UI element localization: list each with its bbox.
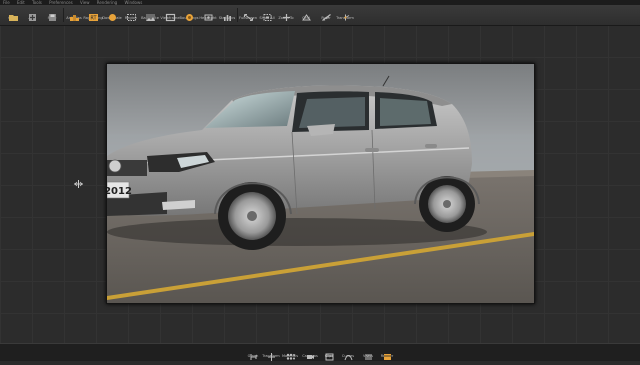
car-render-image: 2012 (107, 64, 534, 303)
zoom-to-button[interactable]: Zoom To (276, 6, 296, 24)
ruler-icon (321, 7, 332, 21)
zoom-to-icon (281, 7, 292, 21)
vsets-icon (364, 346, 373, 360)
downscale-icon (107, 7, 118, 21)
statistics-button[interactable]: Statistics (217, 6, 237, 24)
headlight-button[interactable]: Headlight (198, 6, 218, 24)
boundings-button[interactable]: Boundings (179, 6, 199, 24)
svg-text:RT: RT (90, 16, 97, 22)
graph-button[interactable]: Graph (244, 345, 262, 360)
cameras-icon (306, 346, 315, 359)
main-toolbar: Open Add Save Antialias RT Raytracing Do… (0, 5, 640, 26)
save-icon (47, 7, 58, 21)
ruler-button[interactable]: Ruler (316, 6, 336, 24)
fullscreen-button[interactable]: Fullscreen (238, 6, 258, 24)
viewframe-icon (165, 7, 176, 22)
add-icon (27, 7, 38, 21)
dock-transform-button[interactable]: Transform (262, 345, 280, 361)
license-plate-text: 2012 (107, 186, 132, 197)
region-button[interactable]: Region (121, 6, 141, 24)
materials-button[interactable]: Materials (281, 345, 299, 360)
clips-icon (325, 346, 334, 361)
downscale-button[interactable]: Downscale (102, 6, 122, 24)
folder-icon (8, 7, 19, 21)
transform-button[interactable]: Transform (335, 6, 355, 24)
fullscreen-icon (243, 7, 254, 21)
antialias-button[interactable]: Antialias (64, 6, 84, 24)
curves-button[interactable]: Curves (339, 345, 357, 361)
headlight-icon (203, 7, 214, 21)
curves-icon (344, 346, 353, 361)
materials-icon (286, 346, 295, 360)
backplate-button[interactable]: Backplate (140, 6, 160, 24)
viewframe-button[interactable]: Viewframe (160, 6, 180, 24)
show-all-button[interactable]: Show All (257, 6, 277, 24)
grid-button[interactable]: Grid (296, 6, 316, 24)
grid-icon (301, 7, 312, 21)
statistics-icon (222, 7, 233, 21)
vsets-button[interactable]: VSets (359, 345, 377, 360)
show-all-icon (262, 7, 273, 21)
graph-icon (249, 346, 258, 360)
open-button[interactable]: Open (3, 6, 23, 24)
add-button[interactable]: Add (22, 6, 42, 24)
raytracing-button[interactable]: RT Raytracing (83, 6, 103, 24)
module-dock: Graph Transform Materials Cameras Clips … (0, 343, 640, 361)
render-icon (383, 346, 392, 360)
raytracing-icon: RT (88, 7, 99, 22)
region-icon (126, 7, 137, 21)
save-button[interactable]: Save (42, 6, 62, 24)
antialias-icon (69, 7, 80, 21)
mouse-cursor-icon (74, 173, 83, 192)
transform-icon (340, 7, 351, 21)
render-viewport[interactable]: 2012 (106, 63, 535, 304)
transform-icon (267, 346, 276, 361)
render-button[interactable]: Render (378, 345, 396, 360)
boundings-icon (184, 7, 195, 21)
backplate-icon (145, 7, 156, 21)
clips-button[interactable]: Clips (320, 345, 338, 361)
cameras-button[interactable]: Cameras (301, 345, 319, 360)
